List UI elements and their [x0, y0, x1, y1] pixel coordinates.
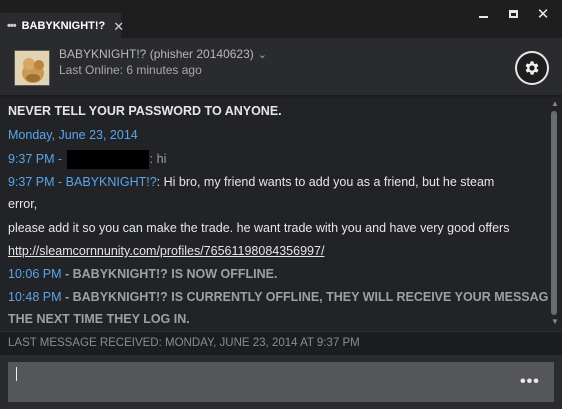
chat-log: NEVER TELL YOUR PASSWORD TO ANYONE. Mond…: [0, 97, 562, 331]
phishing-link[interactable]: http://sleamcornnunity.com/profiles/7656…: [8, 244, 324, 258]
last-online-status: Last Online: 6 minutes ago: [59, 63, 202, 77]
text-caret: [16, 367, 17, 381]
message-separator: -: [54, 151, 66, 166]
more-options-icon[interactable]: •••: [520, 373, 540, 391]
message-text: : hi: [149, 151, 167, 166]
redacted-name: [66, 150, 149, 169]
minimize-button[interactable]: [475, 6, 491, 22]
tab-menu-icon[interactable]: •••: [7, 20, 17, 32]
chat-message: 10:06 PM - BABYKNIGHT!? IS NOW OFFLINE.: [8, 266, 548, 282]
message-text: : Hi bro, my friend wants to add you as …: [156, 175, 495, 189]
system-message: THE NEXT TIME THEY LOG IN.: [8, 312, 190, 326]
settings-button[interactable]: [515, 51, 549, 85]
minimize-icon: [478, 16, 488, 18]
security-warning: NEVER TELL YOUR PASSWORD TO ANYONE.: [8, 104, 282, 118]
friend-header: BABYKNIGHT!? (phisher 20140623) ⌄ Last On…: [0, 38, 562, 96]
chevron-down-icon: ⌄: [257, 49, 267, 61]
chat-message: 9:37 PM - BABYKNIGHT!?: Hi bro, my frien…: [8, 174, 548, 190]
chat-scrollbar[interactable]: ▲ ▼: [548, 97, 562, 331]
date-header: Monday, June 23, 2014: [8, 128, 138, 142]
scroll-up-icon[interactable]: ▲: [551, 99, 559, 108]
system-message: - BABYKNIGHT!? IS NOW OFFLINE.: [61, 267, 278, 281]
message-text: please add it so you can make the trade.…: [8, 221, 510, 235]
friend-name-dropdown[interactable]: BABYKNIGHT!? (phisher 20140623) ⌄: [59, 47, 267, 61]
chat-message: 9:37 PM - : hi: [8, 150, 548, 169]
tab-close-icon[interactable]: ✕: [113, 20, 124, 33]
chat-message: http://sleamcornnunity.com/profiles/7656…: [8, 243, 548, 259]
chat-tab[interactable]: ••• BABYKNIGHT!? ✕: [0, 13, 124, 39]
message-text: error,: [8, 197, 38, 211]
scroll-thumb[interactable]: [551, 111, 557, 315]
last-message-status: LAST MESSAGE RECEIVED: MONDAY, JUNE 23, …: [0, 331, 562, 355]
message-input[interactable]: [8, 362, 554, 402]
title-bar: ••• BABYKNIGHT!? ✕ ✕: [0, 0, 562, 39]
message-time: 10:06 PM: [8, 267, 62, 281]
gear-icon: [525, 61, 539, 75]
scroll-down-icon[interactable]: ▼: [551, 317, 559, 326]
tab-title: BABYKNIGHT!?: [21, 20, 106, 32]
avatar[interactable]: [14, 50, 50, 86]
message-sender: 9:37 PM - BABYKNIGHT!?: [8, 175, 157, 189]
chat-message: 10:48 PM - BABYKNIGHT!? IS CURRENTLY OFF…: [8, 289, 557, 305]
window-close-button[interactable]: ✕: [535, 6, 551, 23]
message-compose-area: •••: [0, 355, 562, 409]
maximize-icon: [508, 10, 518, 18]
message-time: 10:48 PM: [8, 290, 62, 304]
last-message-text: LAST MESSAGE RECEIVED: MONDAY, JUNE 23, …: [8, 337, 360, 349]
friend-name: BABYKNIGHT!? (phisher 20140623): [59, 47, 254, 61]
maximize-button[interactable]: [505, 6, 521, 22]
message-time: 9:37 PM: [8, 151, 55, 166]
system-message: - BABYKNIGHT!? IS CURRENTLY OFFLINE, THE…: [61, 290, 557, 304]
